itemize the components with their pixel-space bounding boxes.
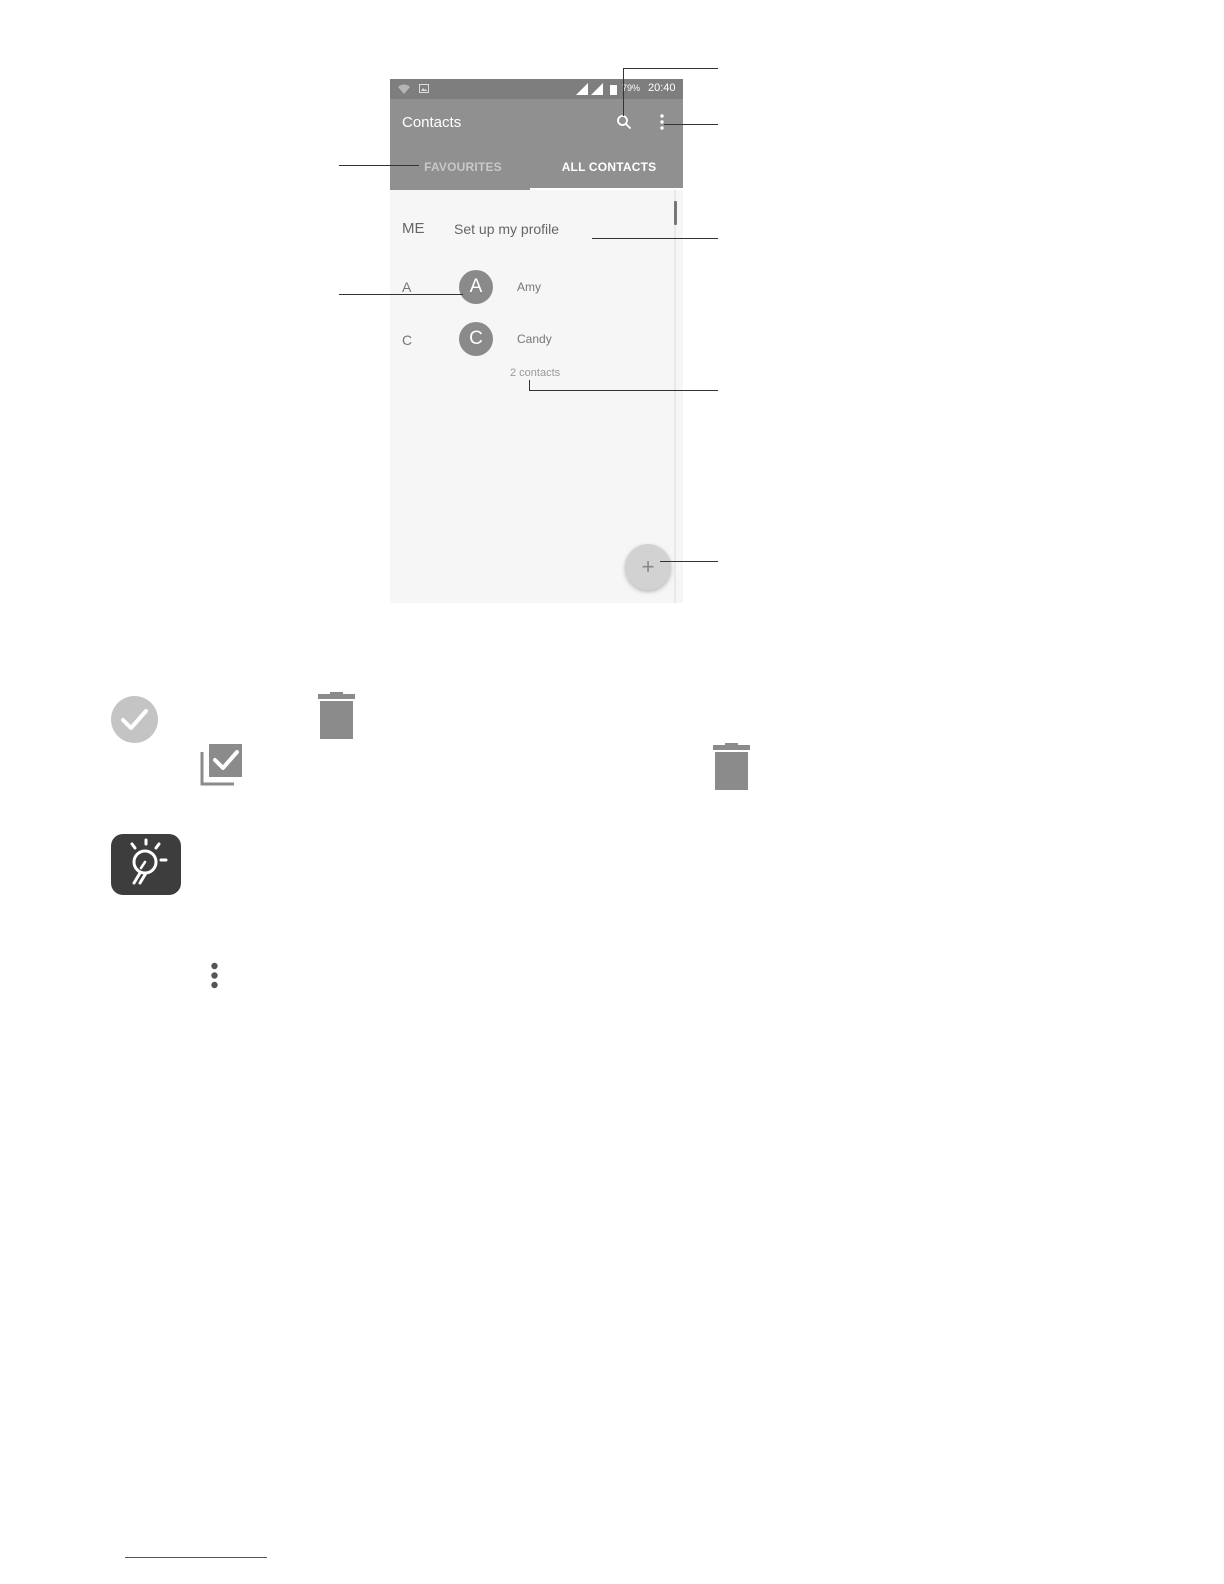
image-notification-icon [419, 84, 429, 93]
trash-icon [713, 743, 750, 790]
section-letter-c: C [402, 332, 413, 348]
footnote-rule [125, 1557, 267, 1558]
app-toolbar: Contacts [390, 99, 683, 144]
trash-icon [318, 692, 355, 739]
contact-name-amy[interactable]: Amy [517, 280, 541, 294]
page-title: Contacts [402, 114, 462, 131]
battery-percent: 79% [622, 83, 641, 93]
tab-bar: FAVOURITES ALL CONTACTS [390, 144, 683, 190]
callout-line-fab [660, 561, 718, 562]
status-time: 20:40 [648, 82, 676, 94]
contact-group-count: 2 contacts [510, 367, 561, 379]
callout-line-avatar [339, 294, 463, 295]
search-icon[interactable] [616, 114, 632, 130]
avatar[interactable]: C [459, 322, 493, 356]
setup-profile-link[interactable]: Set up my profile [454, 221, 559, 237]
battery-icon [610, 85, 617, 95]
scrollbar-track [674, 190, 676, 603]
scrollbar-thumb[interactable] [674, 201, 677, 225]
check-circle-icon [111, 696, 158, 743]
signal-icon [576, 83, 603, 95]
callout-line-group [529, 390, 718, 391]
select-all-icon [200, 744, 242, 786]
tab-all-contacts[interactable]: ALL CONTACTS [536, 144, 682, 190]
more-options-icon[interactable] [659, 113, 665, 131]
contacts-screenshot: 79% 20:40 Contacts FAVOURITES ALL CONTAC… [390, 79, 683, 603]
add-contact-button[interactable]: + [625, 544, 671, 590]
tab-favourites[interactable]: FAVOURITES [390, 144, 536, 190]
section-letter-me: ME [402, 220, 425, 237]
callout-line-tabs [339, 165, 419, 166]
callout-line-menu [664, 124, 718, 125]
status-bar: 79% 20:40 [390, 79, 683, 99]
callout-line-search-drop [623, 68, 624, 116]
avatar[interactable]: A [459, 270, 493, 304]
contact-name-candy[interactable]: Candy [517, 332, 552, 346]
callout-line-search [623, 68, 718, 69]
more-vert-icon [211, 962, 218, 989]
lightbulb-icon [111, 834, 181, 895]
contact-list [390, 190, 683, 603]
wifi-icon [398, 84, 410, 94]
section-letter-a: A [402, 279, 412, 295]
callout-line-profile [592, 238, 718, 239]
